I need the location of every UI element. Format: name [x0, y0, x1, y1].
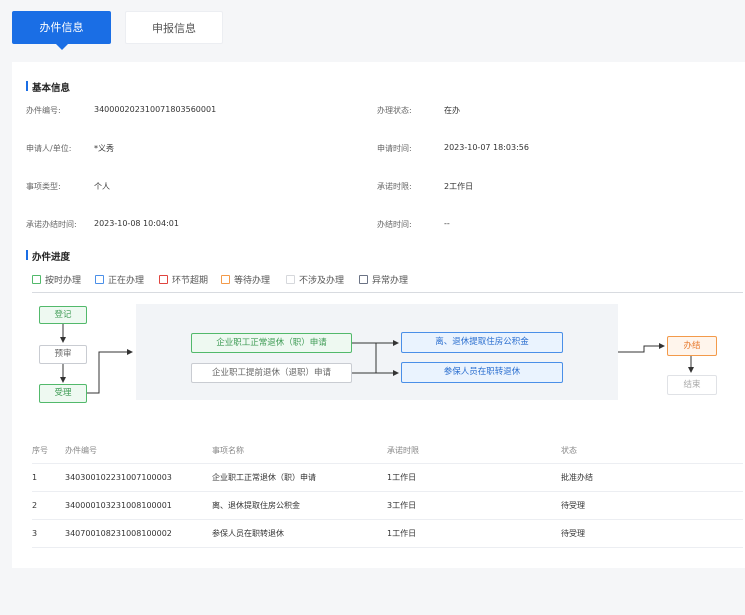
- node-precheck[interactable]: 预审: [39, 345, 87, 364]
- cell-promise: 1工作日: [387, 473, 417, 482]
- cell-promise: 1工作日: [387, 529, 417, 538]
- cell-item-name: 企业职工正常退休（职）申请: [212, 473, 316, 482]
- cell-index: 2: [32, 501, 38, 510]
- case-card: 基本信息 办件编号: 340000202310071803560001 办理状态…: [12, 62, 745, 568]
- node-register[interactable]: 登记: [39, 306, 87, 324]
- cell-status: 待受理: [561, 501, 585, 510]
- cell-case-no: 340700108231008100002: [65, 529, 172, 538]
- table-row[interactable]: 2 340000103231008100001 离、退休提取住房公积金 3工作日…: [32, 492, 743, 520]
- tab-application-info[interactable]: 申报信息: [125, 11, 223, 44]
- node-accept[interactable]: 受理: [39, 384, 87, 403]
- node-end[interactable]: 结束: [667, 375, 717, 395]
- node-early-retire[interactable]: 企业职工提前退休（退职）申请: [191, 363, 352, 383]
- col-index: 序号: [32, 446, 48, 455]
- node-done[interactable]: 办结: [667, 336, 717, 356]
- table-header: 序号 办件编号 事项名称 承诺时限 状态: [32, 445, 743, 464]
- cell-case-no: 340000103231008100001: [65, 501, 172, 510]
- cell-index: 3: [32, 529, 38, 538]
- col-item-name: 事项名称: [212, 446, 244, 455]
- node-housing-fund[interactable]: 离、退休提取住房公积金: [401, 332, 563, 353]
- cell-status: 批准办结: [561, 473, 593, 482]
- cell-case-no: 340300102231007100003: [65, 473, 172, 482]
- col-case-no: 办件编号: [65, 446, 97, 455]
- table-row[interactable]: 1 340300102231007100003 企业职工正常退休（职）申请 1工…: [32, 464, 743, 492]
- cell-item-name: 参保人员在职转退休: [212, 529, 284, 538]
- cell-promise: 3工作日: [387, 501, 417, 510]
- node-insured-retire[interactable]: 参保人员在职转退休: [401, 362, 563, 383]
- cell-item-name: 离、退休提取住房公积金: [212, 501, 300, 510]
- tab-case-info[interactable]: 办件信息: [12, 11, 111, 50]
- sub-case-table: 序号 办件编号 事项名称 承诺时限 状态 1 34030010223100710…: [32, 445, 743, 548]
- node-normal-retire[interactable]: 企业职工正常退休（职）申请: [191, 333, 352, 353]
- table-row[interactable]: 3 340700108231008100002 参保人员在职转退休 1工作日 待…: [32, 520, 743, 548]
- col-status: 状态: [561, 446, 577, 455]
- cell-index: 1: [32, 473, 38, 482]
- cell-status: 待受理: [561, 529, 585, 538]
- col-promise: 承诺时限: [387, 446, 419, 455]
- flow-connectors: [60, 324, 694, 394]
